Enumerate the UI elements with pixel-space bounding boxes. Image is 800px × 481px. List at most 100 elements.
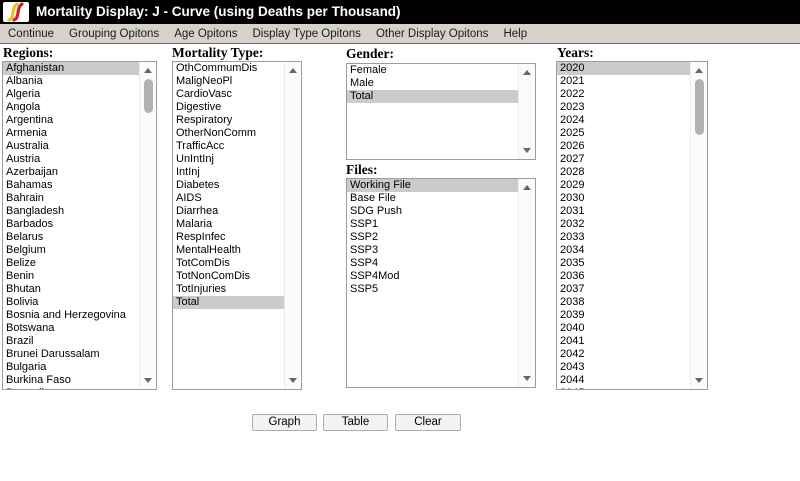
mortality-type-option[interactable]: OthCommumDis bbox=[173, 62, 284, 75]
region-option[interactable]: Australia bbox=[3, 140, 139, 153]
gender-option[interactable]: Female bbox=[347, 64, 518, 77]
region-option[interactable]: Botswana bbox=[3, 322, 139, 335]
year-option[interactable]: 2036 bbox=[557, 270, 690, 283]
file-option[interactable]: SSP4 bbox=[347, 257, 518, 270]
file-option[interactable]: SSP4Mod bbox=[347, 270, 518, 283]
gender-option[interactable]: Male bbox=[347, 77, 518, 90]
region-option[interactable]: Belize bbox=[3, 257, 139, 270]
year-option[interactable]: 2027 bbox=[557, 153, 690, 166]
year-option[interactable]: 2038 bbox=[557, 296, 690, 309]
region-option[interactable]: Azerbaijan bbox=[3, 166, 139, 179]
year-option[interactable]: 2033 bbox=[557, 231, 690, 244]
scroll-up-icon[interactable] bbox=[519, 180, 535, 195]
year-option[interactable]: 2023 bbox=[557, 101, 690, 114]
mortality-type-option[interactable]: TotInjuries bbox=[173, 283, 284, 296]
year-option[interactable]: 2041 bbox=[557, 335, 690, 348]
mortality-type-listbox[interactable]: OthCommumDisMaligNeoPlCardioVascDigestiv… bbox=[172, 61, 302, 390]
menu-item[interactable]: Age Opitons bbox=[174, 28, 237, 40]
mortality-type-option[interactable]: MentalHealth bbox=[173, 244, 284, 257]
region-option[interactable]: Bolivia bbox=[3, 296, 139, 309]
files-listbox[interactable]: Working FileBase FileSDG PushSSP1SSP2SSP… bbox=[346, 178, 536, 388]
file-option[interactable]: SSP5 bbox=[347, 283, 518, 296]
scrollbar-thumb[interactable] bbox=[144, 79, 153, 113]
mortality-type-option[interactable]: Malaria bbox=[173, 218, 284, 231]
mortality-type-option[interactable]: AIDS bbox=[173, 192, 284, 205]
mortality-type-option[interactable]: RespInfec bbox=[173, 231, 284, 244]
scroll-up-icon[interactable] bbox=[519, 65, 535, 80]
mortality-type-option[interactable]: Digestive bbox=[173, 101, 284, 114]
years-listbox[interactable]: 2020202120222023202420252026202720282029… bbox=[556, 61, 708, 390]
year-option[interactable]: 2039 bbox=[557, 309, 690, 322]
region-option[interactable]: Burundi bbox=[3, 387, 139, 389]
menu-item[interactable]: Other Display Opitons bbox=[376, 28, 489, 40]
region-option[interactable]: Angola bbox=[3, 101, 139, 114]
region-option[interactable]: Bahrain bbox=[3, 192, 139, 205]
year-option[interactable]: 2040 bbox=[557, 322, 690, 335]
menu-item[interactable]: Display Type Opitons bbox=[252, 28, 360, 40]
region-option[interactable]: Armenia bbox=[3, 127, 139, 140]
file-option[interactable]: SDG Push bbox=[347, 205, 518, 218]
mortality-type-option[interactable]: MaligNeoPl bbox=[173, 75, 284, 88]
year-option[interactable]: 2045 bbox=[557, 387, 690, 389]
region-option[interactable]: Belarus bbox=[3, 231, 139, 244]
scrollbar-thumb[interactable] bbox=[695, 79, 704, 135]
mortality-type-option[interactable]: Total bbox=[173, 296, 284, 309]
region-option[interactable]: Burkina Faso bbox=[3, 374, 139, 387]
year-option[interactable]: 2042 bbox=[557, 348, 690, 361]
region-option[interactable]: Barbados bbox=[3, 218, 139, 231]
region-option[interactable]: Algeria bbox=[3, 88, 139, 101]
year-option[interactable]: 2043 bbox=[557, 361, 690, 374]
region-option[interactable]: Bhutan bbox=[3, 283, 139, 296]
file-option[interactable]: SSP2 bbox=[347, 231, 518, 244]
region-option[interactable]: Bahamas bbox=[3, 179, 139, 192]
menu-item[interactable]: Grouping Opitons bbox=[69, 28, 159, 40]
scroll-down-icon[interactable] bbox=[140, 373, 156, 388]
scroll-down-icon[interactable] bbox=[285, 373, 301, 388]
region-option[interactable]: Bulgaria bbox=[3, 361, 139, 374]
mortality-type-option[interactable]: OtherNonComm bbox=[173, 127, 284, 140]
mortality-type-scrollbar[interactable] bbox=[284, 62, 301, 389]
mortality-type-option[interactable]: Diarrhea bbox=[173, 205, 284, 218]
year-option[interactable]: 2028 bbox=[557, 166, 690, 179]
year-option[interactable]: 2029 bbox=[557, 179, 690, 192]
mortality-type-option[interactable]: TrafficAcc bbox=[173, 140, 284, 153]
mortality-type-option[interactable]: Diabetes bbox=[173, 179, 284, 192]
regions-scrollbar[interactable] bbox=[139, 62, 156, 389]
year-option[interactable]: 2035 bbox=[557, 257, 690, 270]
files-scrollbar[interactable] bbox=[518, 179, 535, 387]
menu-item[interactable]: Help bbox=[503, 28, 527, 40]
year-option[interactable]: 2026 bbox=[557, 140, 690, 153]
mortality-type-option[interactable]: Respiratory bbox=[173, 114, 284, 127]
year-option[interactable]: 2034 bbox=[557, 244, 690, 257]
region-option[interactable]: Benin bbox=[3, 270, 139, 283]
menu-item[interactable]: Continue bbox=[8, 28, 54, 40]
file-option[interactable]: Base File bbox=[347, 192, 518, 205]
gender-scrollbar[interactable] bbox=[518, 64, 535, 159]
table-button[interactable]: Table bbox=[323, 414, 388, 431]
mortality-type-option[interactable]: CardioVasc bbox=[173, 88, 284, 101]
file-option[interactable]: Working File bbox=[347, 179, 518, 192]
year-option[interactable]: 2030 bbox=[557, 192, 690, 205]
gender-listbox[interactable]: FemaleMaleTotal bbox=[346, 63, 536, 160]
regions-listbox[interactable]: AfghanistanAlbaniaAlgeriaAngolaArgentina… bbox=[2, 61, 157, 390]
year-option[interactable]: 2031 bbox=[557, 205, 690, 218]
region-option[interactable]: Argentina bbox=[3, 114, 139, 127]
file-option[interactable]: SSP3 bbox=[347, 244, 518, 257]
region-option[interactable]: Brunei Darussalam bbox=[3, 348, 139, 361]
scroll-down-icon[interactable] bbox=[519, 371, 535, 386]
region-option[interactable]: Albania bbox=[3, 75, 139, 88]
years-scrollbar[interactable] bbox=[690, 62, 707, 389]
year-option[interactable]: 2032 bbox=[557, 218, 690, 231]
region-option[interactable]: Bangladesh bbox=[3, 205, 139, 218]
scroll-up-icon[interactable] bbox=[285, 63, 301, 78]
region-option[interactable]: Brazil bbox=[3, 335, 139, 348]
year-option[interactable]: 2020 bbox=[557, 62, 690, 75]
scroll-up-icon[interactable] bbox=[691, 63, 707, 78]
year-option[interactable]: 2021 bbox=[557, 75, 690, 88]
region-option[interactable]: Austria bbox=[3, 153, 139, 166]
year-option[interactable]: 2024 bbox=[557, 114, 690, 127]
scroll-up-icon[interactable] bbox=[140, 63, 156, 78]
mortality-type-option[interactable]: TotComDis bbox=[173, 257, 284, 270]
year-option[interactable]: 2025 bbox=[557, 127, 690, 140]
mortality-type-option[interactable]: IntInj bbox=[173, 166, 284, 179]
